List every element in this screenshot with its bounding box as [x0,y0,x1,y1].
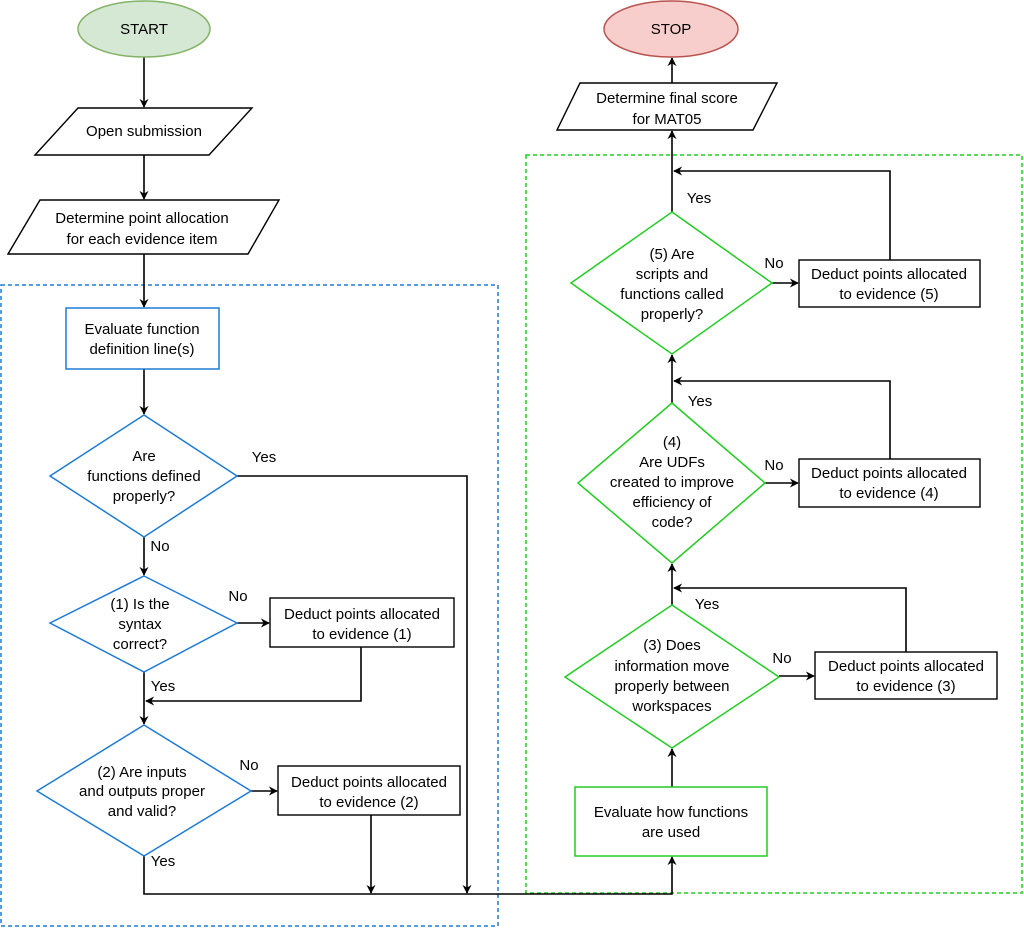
node-label: Deduct points allocated [284,606,440,623]
node-label: functions called [620,286,723,303]
node-label: code? [652,514,693,531]
node-label: Are UDFs [639,454,705,471]
node-label: to evidence (4) [839,485,938,502]
node-label: information move [614,658,729,675]
node-label: workspaces [631,698,711,715]
node-label: Evaluate function [84,321,199,338]
node-label: (4) [663,434,681,451]
deduct-5-node: Deduct points allocated to evidence (5) [798,259,981,308]
deduct-2-node: Deduct points allocated to evidence (2) [277,765,461,816]
flowchart: START STOP Open submission Determine poi… [0,0,1023,927]
stop-node: STOP [603,0,739,58]
node-label: Deduct points allocated [291,774,447,791]
node-label: efficiency of [633,494,713,511]
scripts-called-decision: (5) Are scripts and functions called pro… [569,211,774,355]
node-label: Deduct points allocated [811,266,967,283]
workspaces-decision: (3) Does information move properly betwe… [563,604,781,749]
node-label: (1) Is the [110,596,169,613]
node-label: (5) Are [649,246,694,263]
yes-label: Yes [252,449,276,466]
node-label: Deduct points allocated [811,465,967,482]
point-allocation-node: Determine point allocation for each evid… [6,199,281,255]
node-label: functions defined [87,468,200,485]
node-label: Are [132,448,155,465]
start-label: START [120,21,168,38]
no-label: No [150,538,169,555]
yes-label: Yes [688,393,712,410]
start-node: START [77,0,211,58]
node-label: Open submission [86,123,202,140]
node-label: Evaluate how functions [594,804,748,821]
deduct-3-node: Deduct points allocated to evidence (3) [814,651,998,700]
yes-label: Yes [687,190,711,207]
deduct-1-node: Deduct points allocated to evidence (1) [269,597,455,648]
node-label: to evidence (5) [839,286,938,303]
node-label: syntax [118,616,162,633]
node-label: properly between [614,678,729,695]
node-label: definition line(s) [89,341,194,358]
node-label: properly? [113,488,176,505]
node-label: (2) Are inputs [97,764,186,781]
udf-decision: (4) Are UDFs created to improve efficien… [576,402,767,564]
node-label: Determine point allocation [55,210,228,227]
final-score-node: Determine final score for MAT05 [555,82,779,131]
deduct-4-node: Deduct points allocated to evidence (4) [798,458,981,508]
no-label: No [764,255,783,272]
node-label: scripts and [636,266,709,283]
yes-label: Yes [151,678,175,695]
evaluate-usage-node: Evaluate how functions are used [574,786,768,857]
stop-label: STOP [651,21,692,38]
no-label: No [764,457,783,474]
no-label: No [228,588,247,605]
node-label: to evidence (2) [319,794,418,811]
no-label: No [239,757,258,774]
node-label: to evidence (3) [856,678,955,695]
node-label: created to improve [610,474,734,491]
evaluate-definition-node: Evaluate function definition line(s) [65,307,220,370]
node-label: to evidence (1) [312,626,411,643]
node-label: are used [642,824,700,841]
node-label: (3) Does [643,637,701,654]
node-label: Determine final score [596,90,738,107]
open-submission-node: Open submission [33,107,254,156]
syntax-decision: (1) Is the syntax correct? [48,575,239,673]
node-label: Deduct points allocated [828,658,984,675]
node-label: and valid? [108,803,176,820]
node-label: and outputs proper [79,783,205,800]
yes-label: Yes [695,596,719,613]
node-label: correct? [113,636,167,653]
functions-defined-decision: Are functions defined properly? [48,414,239,538]
inputs-outputs-decision: (2) Are inputs and outputs proper and va… [35,724,253,857]
node-label: properly? [641,306,704,323]
node-label: for MAT05 [633,111,702,128]
node-label: for each evidence item [67,231,218,248]
yes-label: Yes [151,853,175,870]
no-label: No [772,650,791,667]
